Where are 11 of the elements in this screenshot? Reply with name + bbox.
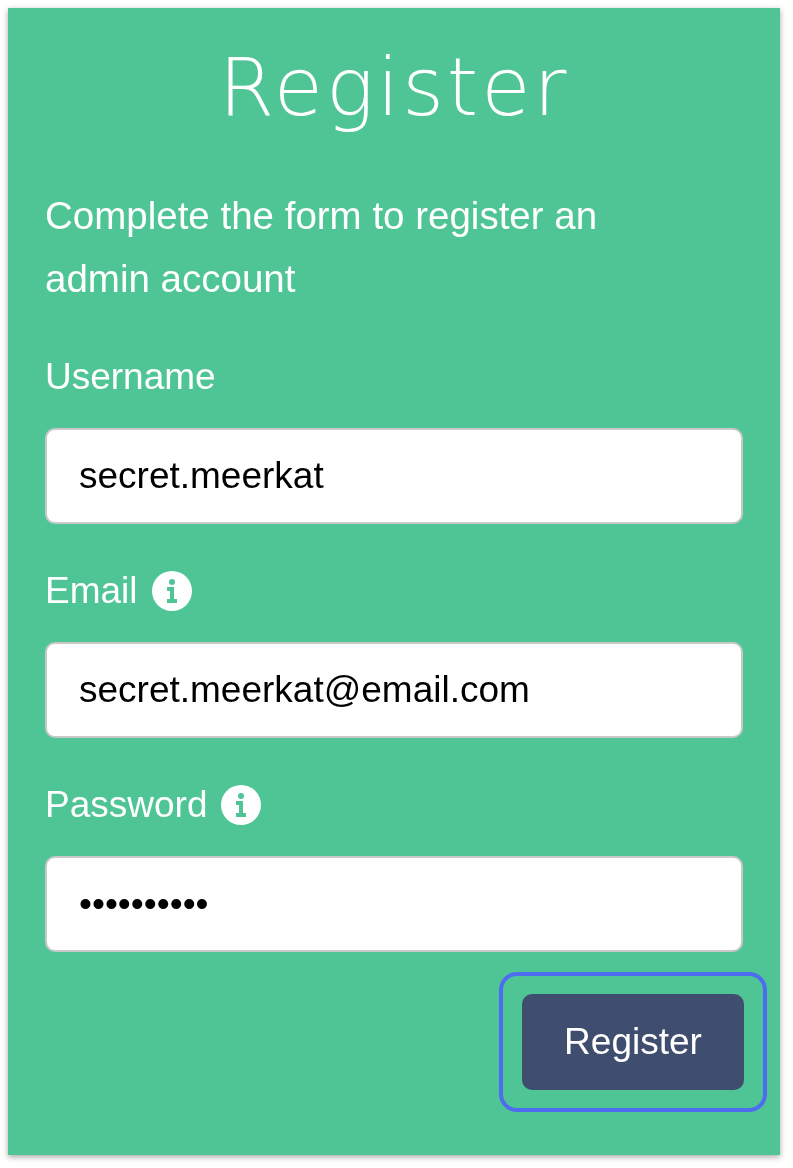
form-description: Complete the form to register an admin account bbox=[45, 193, 599, 302]
field-label: Username bbox=[45, 356, 216, 398]
input-field[interactable]: •••••••••• bbox=[45, 856, 743, 952]
input-field[interactable]: secret.meerkat@email.com bbox=[45, 642, 743, 738]
info-icon[interactable] bbox=[221, 785, 262, 825]
field-label: Email bbox=[45, 570, 138, 612]
register-button[interactable]: Register bbox=[522, 994, 744, 1090]
input-field[interactable]: secret.meerkat bbox=[45, 428, 743, 524]
info-icon[interactable] bbox=[151, 571, 192, 611]
form-title: Register bbox=[217, 40, 571, 136]
field-label: Password bbox=[45, 784, 208, 826]
